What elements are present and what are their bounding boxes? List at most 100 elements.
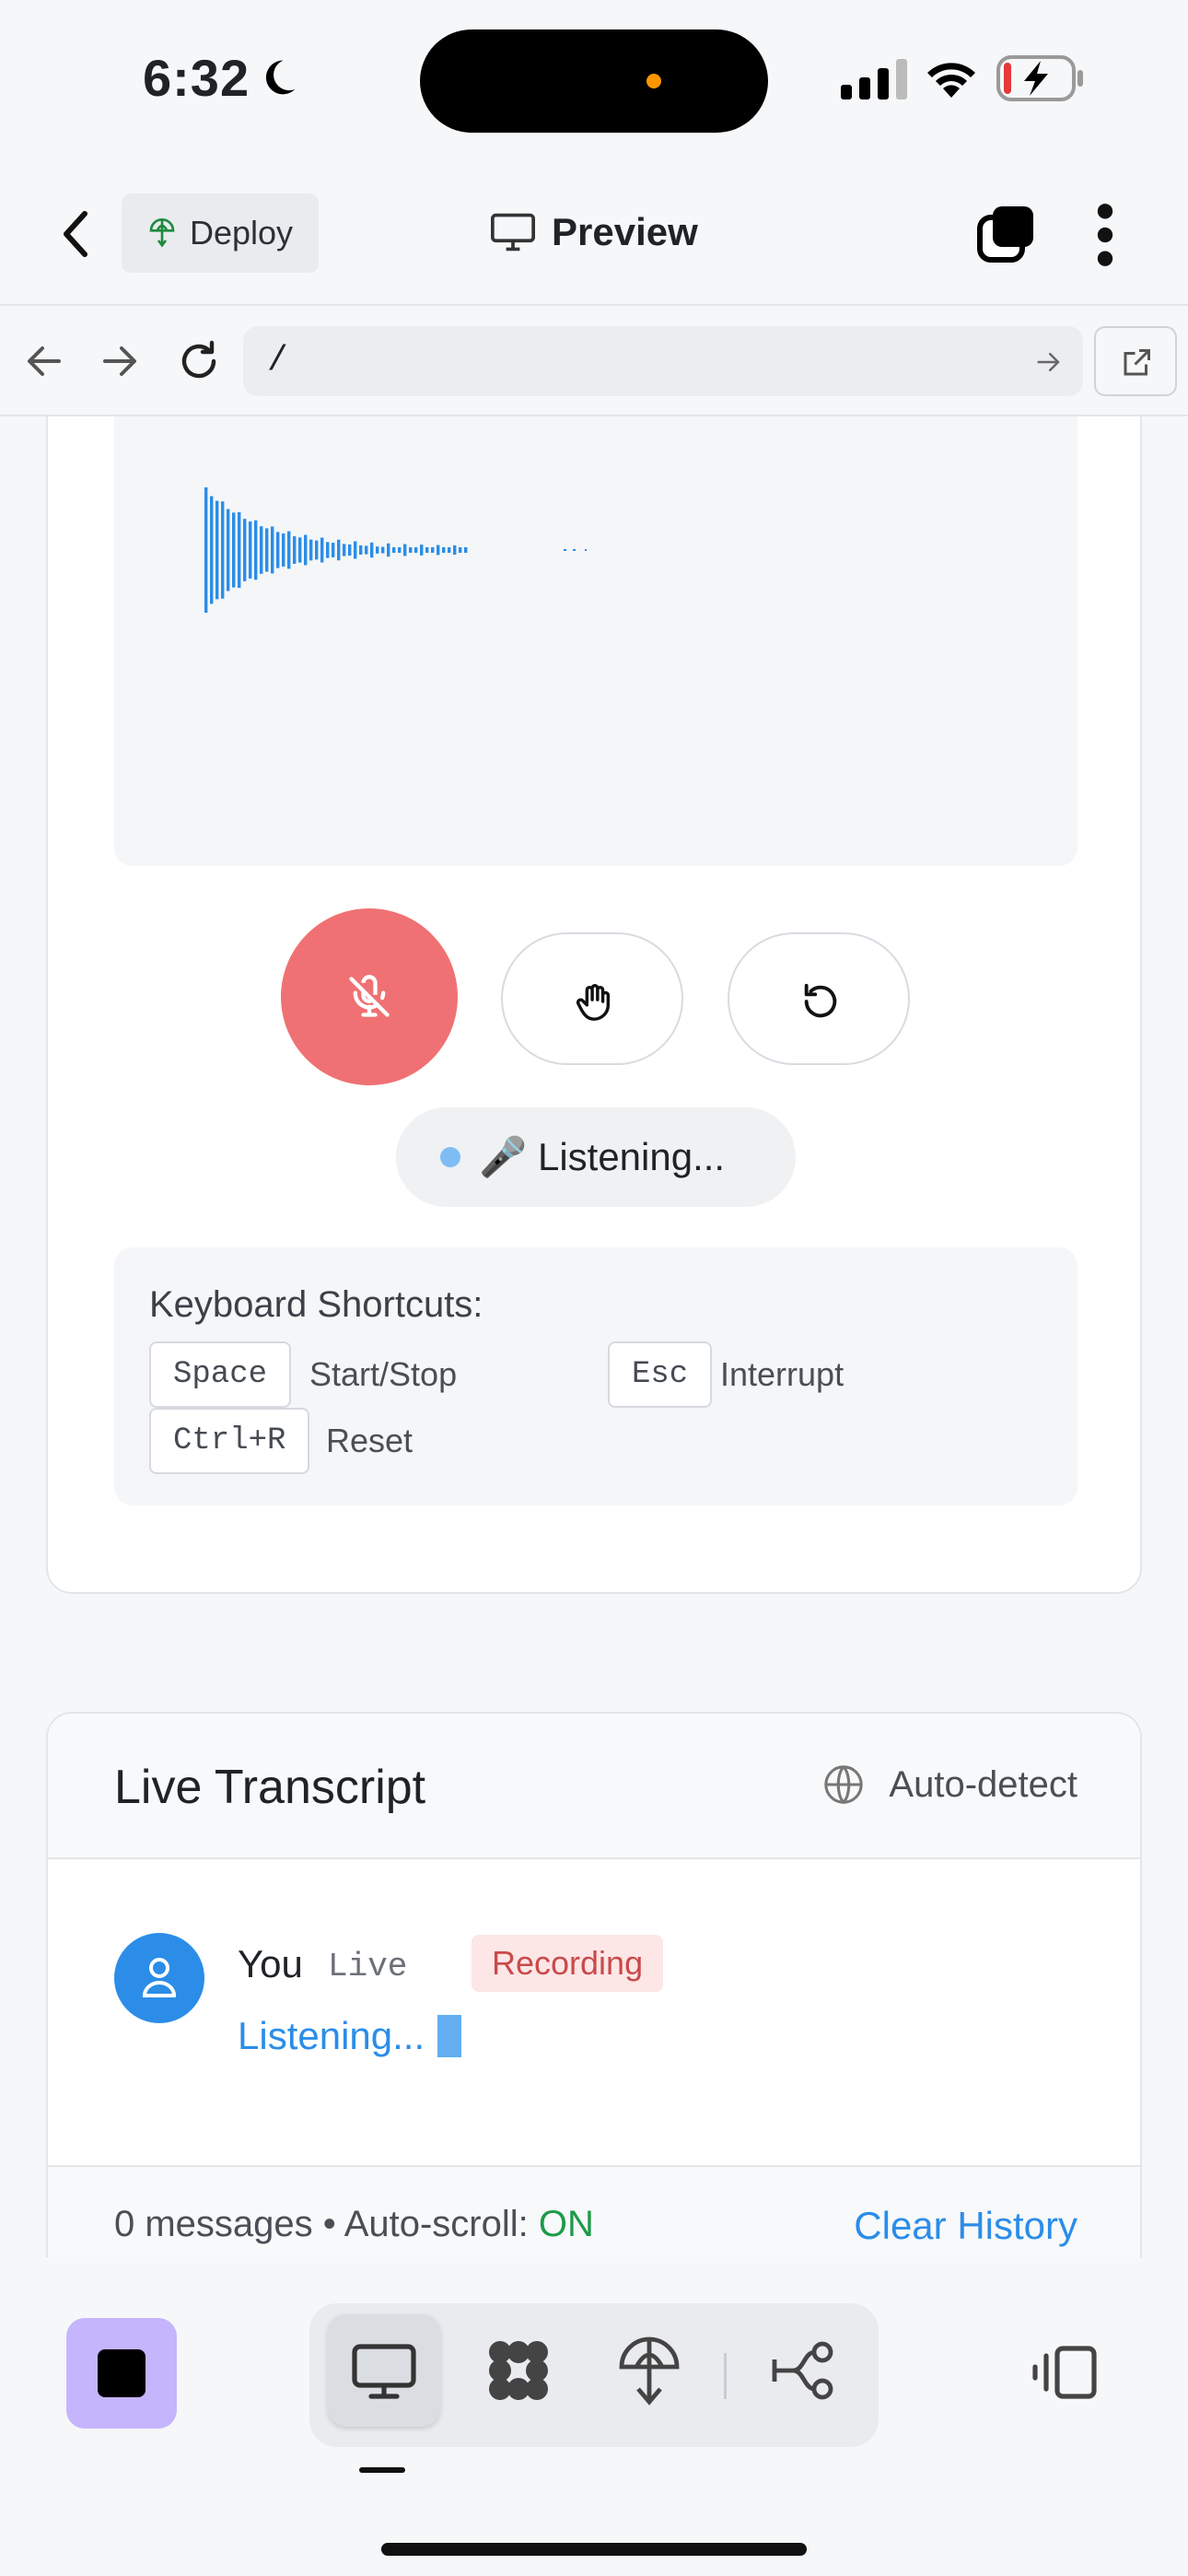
deploy-globe-icon bbox=[149, 218, 175, 248]
reset-icon bbox=[804, 983, 837, 1018]
cellular-signal-icon bbox=[841, 59, 907, 100]
shortcut-key: Ctrl+R bbox=[149, 1408, 310, 1474]
back-chevron-icon[interactable] bbox=[55, 208, 99, 260]
waveform-bar bbox=[585, 549, 587, 551]
waveform-bar bbox=[564, 549, 566, 551]
waveform-bar bbox=[573, 549, 576, 551]
waveform-bar bbox=[249, 521, 252, 579]
deploy-button[interactable]: Deploy bbox=[122, 193, 319, 273]
more-vertical-icon[interactable] bbox=[1094, 203, 1116, 267]
typing-cursor bbox=[437, 2015, 462, 2057]
waveform-bar bbox=[232, 512, 236, 588]
waveform-bar bbox=[227, 509, 230, 591]
interrupt-button[interactable] bbox=[501, 932, 683, 1065]
url-text: / bbox=[267, 341, 288, 381]
message-text: Listening... bbox=[238, 2014, 425, 2057]
waveform-bar bbox=[459, 547, 462, 553]
waveform-bar bbox=[282, 533, 285, 567]
status-text: 🎤 Listening... bbox=[479, 1134, 726, 1178]
waveform-bar bbox=[298, 537, 302, 563]
monitor-icon bbox=[491, 213, 535, 252]
mic-off-icon bbox=[349, 975, 390, 1017]
moon-icon bbox=[265, 60, 296, 95]
waveform-bar bbox=[210, 496, 214, 604]
message-speaker: You bbox=[238, 1942, 303, 1985]
shortcut-label: Interrupt bbox=[720, 1355, 844, 1393]
language-label: Auto-detect bbox=[889, 1763, 1077, 1805]
waveform-bar bbox=[420, 544, 424, 556]
waveform-bar bbox=[398, 547, 402, 553]
monitor-icon bbox=[352, 2344, 416, 2399]
audio-waveform bbox=[204, 487, 587, 613]
waveform-bar bbox=[254, 520, 258, 580]
preview-title: Preview bbox=[491, 205, 698, 260]
waveform-bar bbox=[348, 544, 352, 556]
voice-card: 🎤 Listening... Keyboard Shortcuts: Space… bbox=[46, 416, 1142, 1594]
message-count-text: 0 messages • Auto-scroll: bbox=[114, 2204, 539, 2244]
bottom-toolbar bbox=[0, 2257, 1188, 2576]
preview-title-text: Preview bbox=[552, 210, 698, 253]
waveform-bar bbox=[343, 544, 346, 556]
forward-arrow-icon[interactable] bbox=[98, 339, 142, 383]
puzzle-icon bbox=[489, 2341, 548, 2400]
listening-status: 🎤 Listening... bbox=[396, 1107, 796, 1207]
waveform-bar bbox=[359, 544, 363, 556]
recording-badge: Recording bbox=[472, 1935, 664, 1992]
mic-toggle-button[interactable] bbox=[281, 908, 458, 1085]
shortcut-key: Space bbox=[149, 1341, 292, 1408]
status-dot bbox=[440, 1147, 460, 1167]
autoscroll-value[interactable]: ON bbox=[539, 2204, 594, 2244]
sidebar-toggle-icon[interactable] bbox=[1031, 2344, 1098, 2401]
clear-history-button[interactable]: Clear History bbox=[854, 2204, 1077, 2248]
waveform-bar bbox=[320, 537, 324, 563]
waveform-bar bbox=[309, 539, 313, 561]
waveform-bar bbox=[315, 540, 319, 560]
waveform-bar bbox=[260, 526, 263, 574]
tabs-icon[interactable] bbox=[976, 205, 1035, 263]
go-arrow-icon[interactable] bbox=[1035, 348, 1063, 376]
battery-charging-icon bbox=[996, 55, 1083, 101]
browser-bar: / bbox=[0, 306, 1188, 416]
deploy-icon bbox=[619, 2336, 680, 2406]
waveform-bar bbox=[403, 544, 407, 556]
tab-deploy[interactable] bbox=[593, 2314, 705, 2427]
transcript-header: Live Transcript Auto-detect bbox=[48, 1714, 1140, 1859]
stop-icon bbox=[98, 2349, 146, 2397]
waveform-bar bbox=[204, 487, 208, 613]
waveform-bar bbox=[409, 547, 413, 553]
deploy-label: Deploy bbox=[190, 214, 294, 252]
user-icon bbox=[142, 1958, 177, 1997]
language-selector[interactable]: Auto-detect bbox=[822, 1763, 1077, 1806]
waveform-bar bbox=[431, 547, 435, 553]
waveform-bar bbox=[376, 546, 379, 554]
open-external-button[interactable] bbox=[1094, 326, 1177, 396]
transcript-footer: 0 messages • Auto-scroll: ON Clear Histo… bbox=[48, 2165, 1140, 2257]
waveform-bar bbox=[442, 547, 446, 553]
waveform-bar bbox=[392, 547, 396, 553]
reload-icon[interactable] bbox=[177, 339, 221, 383]
stop-button[interactable] bbox=[66, 2318, 177, 2429]
voice-controls bbox=[48, 908, 1144, 1093]
tab-preview[interactable] bbox=[328, 2314, 440, 2427]
waveform-bar bbox=[365, 545, 368, 555]
back-arrow-icon[interactable] bbox=[22, 339, 66, 383]
tab-workflow[interactable] bbox=[748, 2314, 860, 2427]
waveform-panel bbox=[114, 416, 1077, 866]
wifi-icon bbox=[927, 63, 975, 98]
view-switcher bbox=[309, 2303, 879, 2447]
waveform-bar bbox=[453, 544, 457, 556]
waveform-bar bbox=[370, 542, 374, 558]
url-input[interactable]: / bbox=[243, 326, 1083, 396]
shortcuts-title: Keyboard Shortcuts: bbox=[149, 1284, 483, 1325]
dynamic-island bbox=[420, 29, 768, 133]
waveform-bar bbox=[265, 528, 269, 572]
tab-integrations[interactable] bbox=[462, 2314, 575, 2427]
workflow-icon bbox=[772, 2341, 833, 2400]
transcript-card: Live Transcript Auto-detect You Live Rec… bbox=[46, 1712, 1142, 2257]
waveform-bar bbox=[414, 547, 418, 553]
transcript-title: Live Transcript bbox=[114, 1761, 426, 1814]
waveform-bar bbox=[332, 543, 335, 557]
waveform-bar bbox=[354, 541, 357, 559]
app-header: Deploy Preview bbox=[0, 166, 1188, 306]
reset-button[interactable] bbox=[728, 932, 910, 1065]
